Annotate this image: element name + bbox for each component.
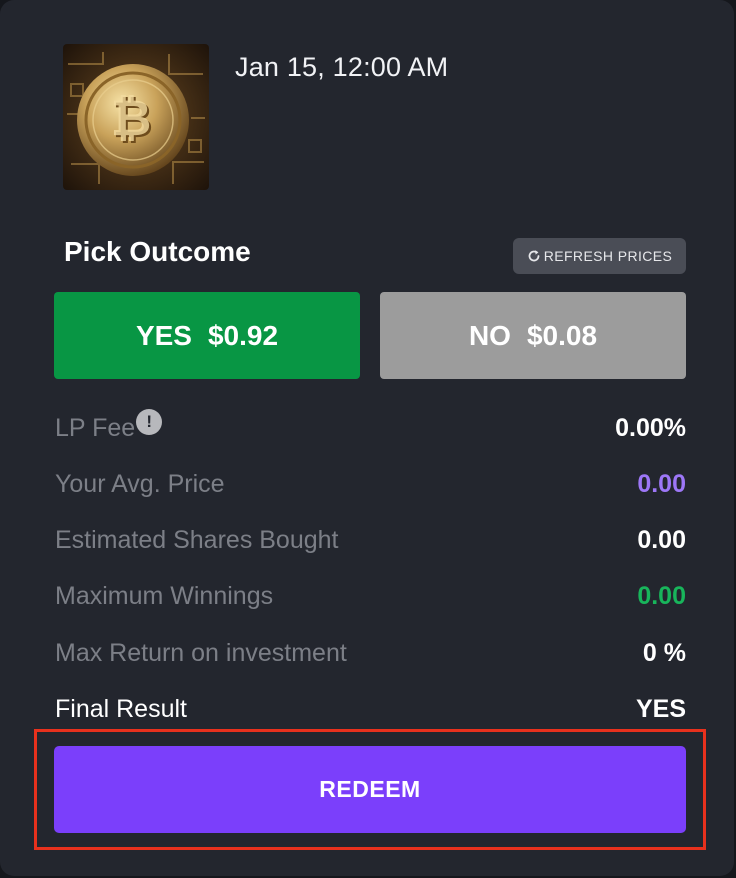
yes-outcome-button[interactable]: YES $0.92: [54, 292, 360, 379]
final-result-row: Final Result YES: [55, 693, 686, 725]
avg-price-row: Your Avg. Price 0.00: [55, 468, 686, 500]
refresh-prices-label: REFRESH PRICES: [543, 248, 673, 264]
pick-outcome-title: Pick Outcome: [64, 236, 251, 267]
refresh-prices-button[interactable]: REFRESH PRICES: [513, 238, 686, 274]
max-winnings-label: Maximum Winnings: [55, 581, 274, 610]
avg-price-value: 0.00: [637, 469, 686, 498]
svg-text:₿: ₿: [111, 89, 152, 147]
bitcoin-icon: ₿ ₿: [63, 44, 209, 190]
lp-fee-value: 0.00%: [615, 413, 686, 442]
yes-label: YES: [135, 319, 192, 351]
bitcoin-coin-image: ₿ ₿: [63, 44, 209, 190]
final-result-label: Final Result: [55, 694, 187, 723]
roi-value: 0 %: [642, 638, 686, 667]
roi-row: Max Return on investment 0 %: [55, 637, 686, 669]
lp-fee-row: LP Fee! 0.00%: [55, 409, 686, 444]
shares-row: Estimated Shares Bought 0.00: [55, 524, 686, 556]
max-winnings-value: 0.00: [637, 581, 686, 610]
avg-price-label: Your Avg. Price: [55, 469, 225, 498]
yes-price: $0.92: [207, 319, 279, 351]
final-result-value: YES: [635, 694, 686, 723]
info-icon[interactable]: !: [136, 409, 163, 435]
no-outcome-button[interactable]: NO $0.08: [380, 292, 686, 379]
refresh-icon: [528, 250, 540, 262]
no-label: NO: [468, 319, 511, 351]
shares-label: Estimated Shares Bought: [55, 525, 339, 554]
trade-card: ₿ ₿ Jan 15, 12:00 AM Pick Outcome REFRES…: [0, 0, 734, 876]
max-winnings-row: Maximum Winnings 0.00: [55, 580, 686, 612]
shares-value: 0.00: [637, 525, 686, 554]
redeem-highlight-box: [34, 729, 706, 850]
no-price: $0.08: [526, 319, 598, 351]
lp-fee-label: LP Fee: [55, 413, 136, 442]
market-date: Jan 15, 12:00 AM: [235, 52, 449, 82]
roi-label: Max Return on investment: [55, 638, 347, 667]
